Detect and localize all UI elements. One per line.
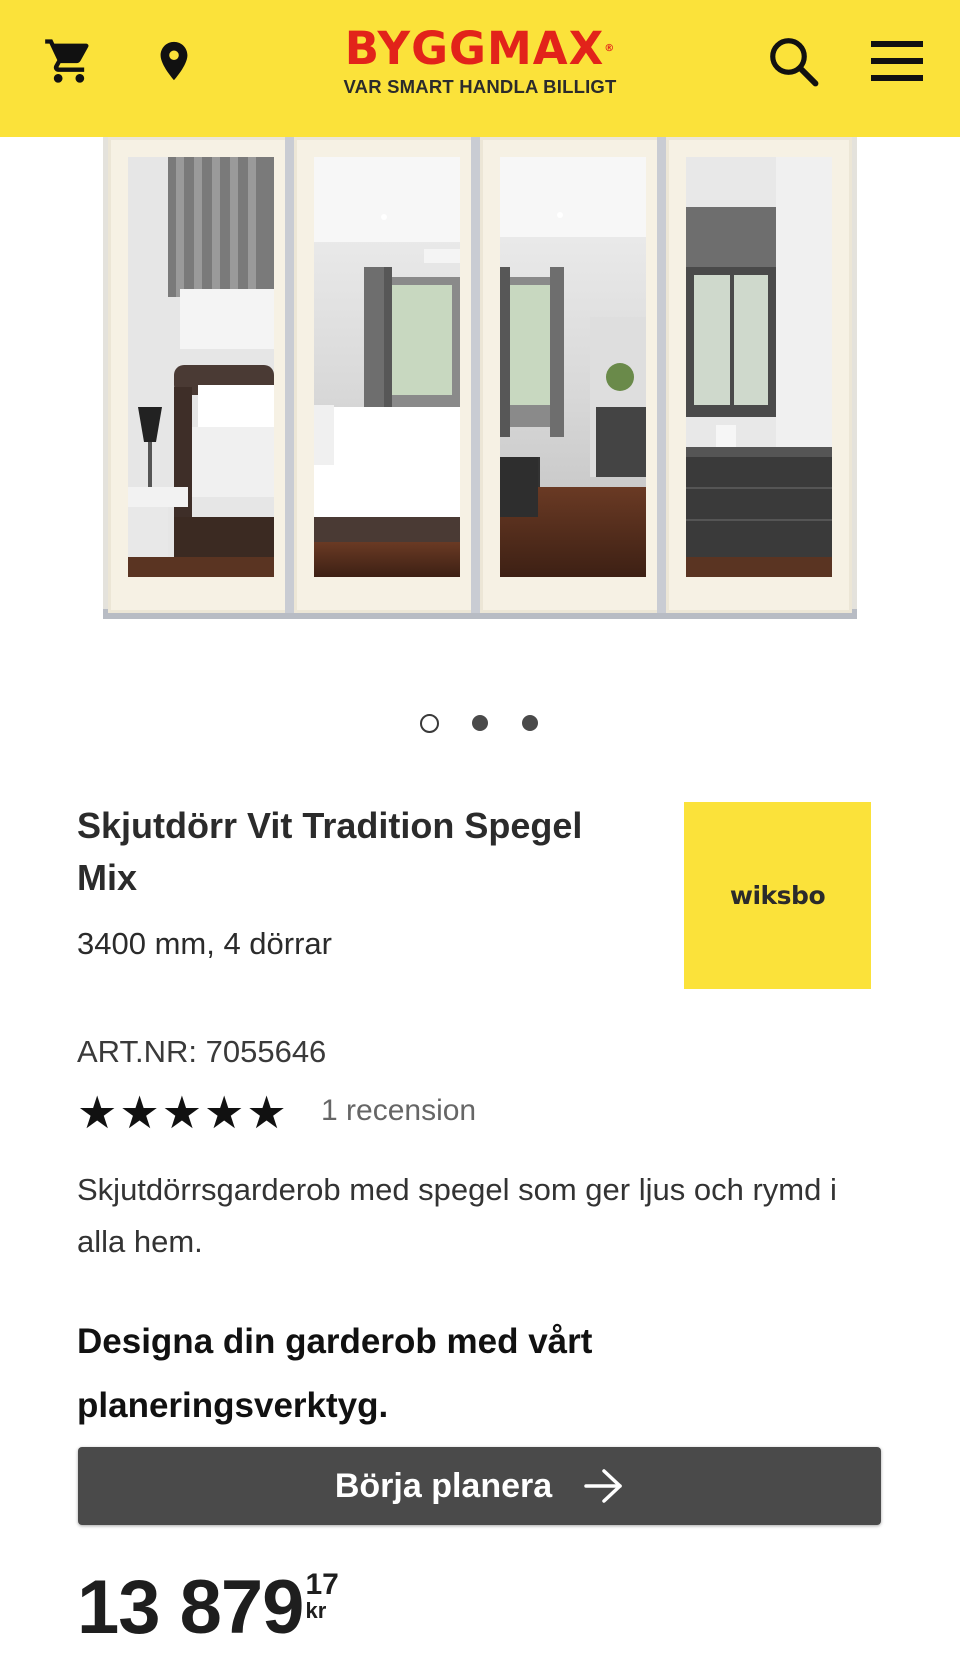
product-image[interactable] — [100, 137, 860, 627]
search-button[interactable] — [762, 30, 824, 92]
star-icon: ★ — [246, 1086, 287, 1139]
store-locator-button[interactable] — [143, 30, 205, 92]
search-icon — [770, 38, 819, 87]
cart-button[interactable] — [38, 30, 100, 92]
product-description: Skjutdörrsgarderob med spegel som ger lj… — [77, 1172, 837, 1259]
start-planning-label: Börja planera — [334, 1466, 553, 1505]
gallery-pagination — [0, 712, 960, 736]
mirror-door-3 — [480, 137, 666, 613]
brand-name: wiksbo — [729, 881, 826, 910]
gallery-dot-2[interactable] — [472, 715, 488, 731]
mirror-door-2 — [294, 137, 480, 613]
cart-icon — [45, 39, 89, 83]
article-number: ART.NR: 7055646 — [77, 1034, 327, 1069]
logo-tagline: VAR SMART HANDLA BILLIGT — [343, 76, 617, 97]
byggmax-logo[interactable]: BYGGMAX® VAR SMART HANDLA BILLIGT — [310, 22, 650, 98]
product-variant: 3400 mm, 4 dörrar — [77, 926, 332, 961]
gallery-dot-3[interactable] — [522, 715, 538, 731]
price-currency: kr — [305, 1598, 327, 1623]
star-icon: ★ — [77, 1086, 118, 1139]
site-header: BYGGMAX® VAR SMART HANDLA BILLIGT — [0, 0, 960, 137]
product-price: 13 879 17 kr — [77, 1566, 339, 1656]
start-planning-button[interactable]: Börja planera — [78, 1447, 881, 1525]
star-icon: ★ — [161, 1086, 203, 1139]
arrow-right-icon — [584, 1469, 622, 1503]
mirror-door-4 — [666, 137, 852, 613]
planner-heading: Designa din garderob med vårt planerings… — [77, 1322, 593, 1425]
mirror-door-1 — [108, 137, 294, 613]
gallery-dot-1[interactable] — [420, 714, 439, 733]
product-title: Skjutdörr Vit Tradition Spegel Mix — [77, 805, 583, 898]
reviews-link[interactable]: 1 recension — [321, 1094, 476, 1128]
location-pin-icon — [160, 41, 188, 81]
star-icon: ★ — [204, 1086, 245, 1139]
menu-button[interactable] — [866, 30, 928, 92]
rating-stars[interactable]: ★ ★ ★ ★ ★ — [77, 1088, 287, 1138]
logo-wordmark: BYGGMAX® — [344, 22, 616, 75]
price-amount: 13 879 — [77, 1565, 304, 1650]
brand-logo[interactable]: wiksbo — [684, 802, 871, 989]
price-decimals: 17 — [305, 1568, 339, 1601]
menu-icon — [871, 41, 923, 81]
star-icon: ★ — [119, 1086, 160, 1139]
